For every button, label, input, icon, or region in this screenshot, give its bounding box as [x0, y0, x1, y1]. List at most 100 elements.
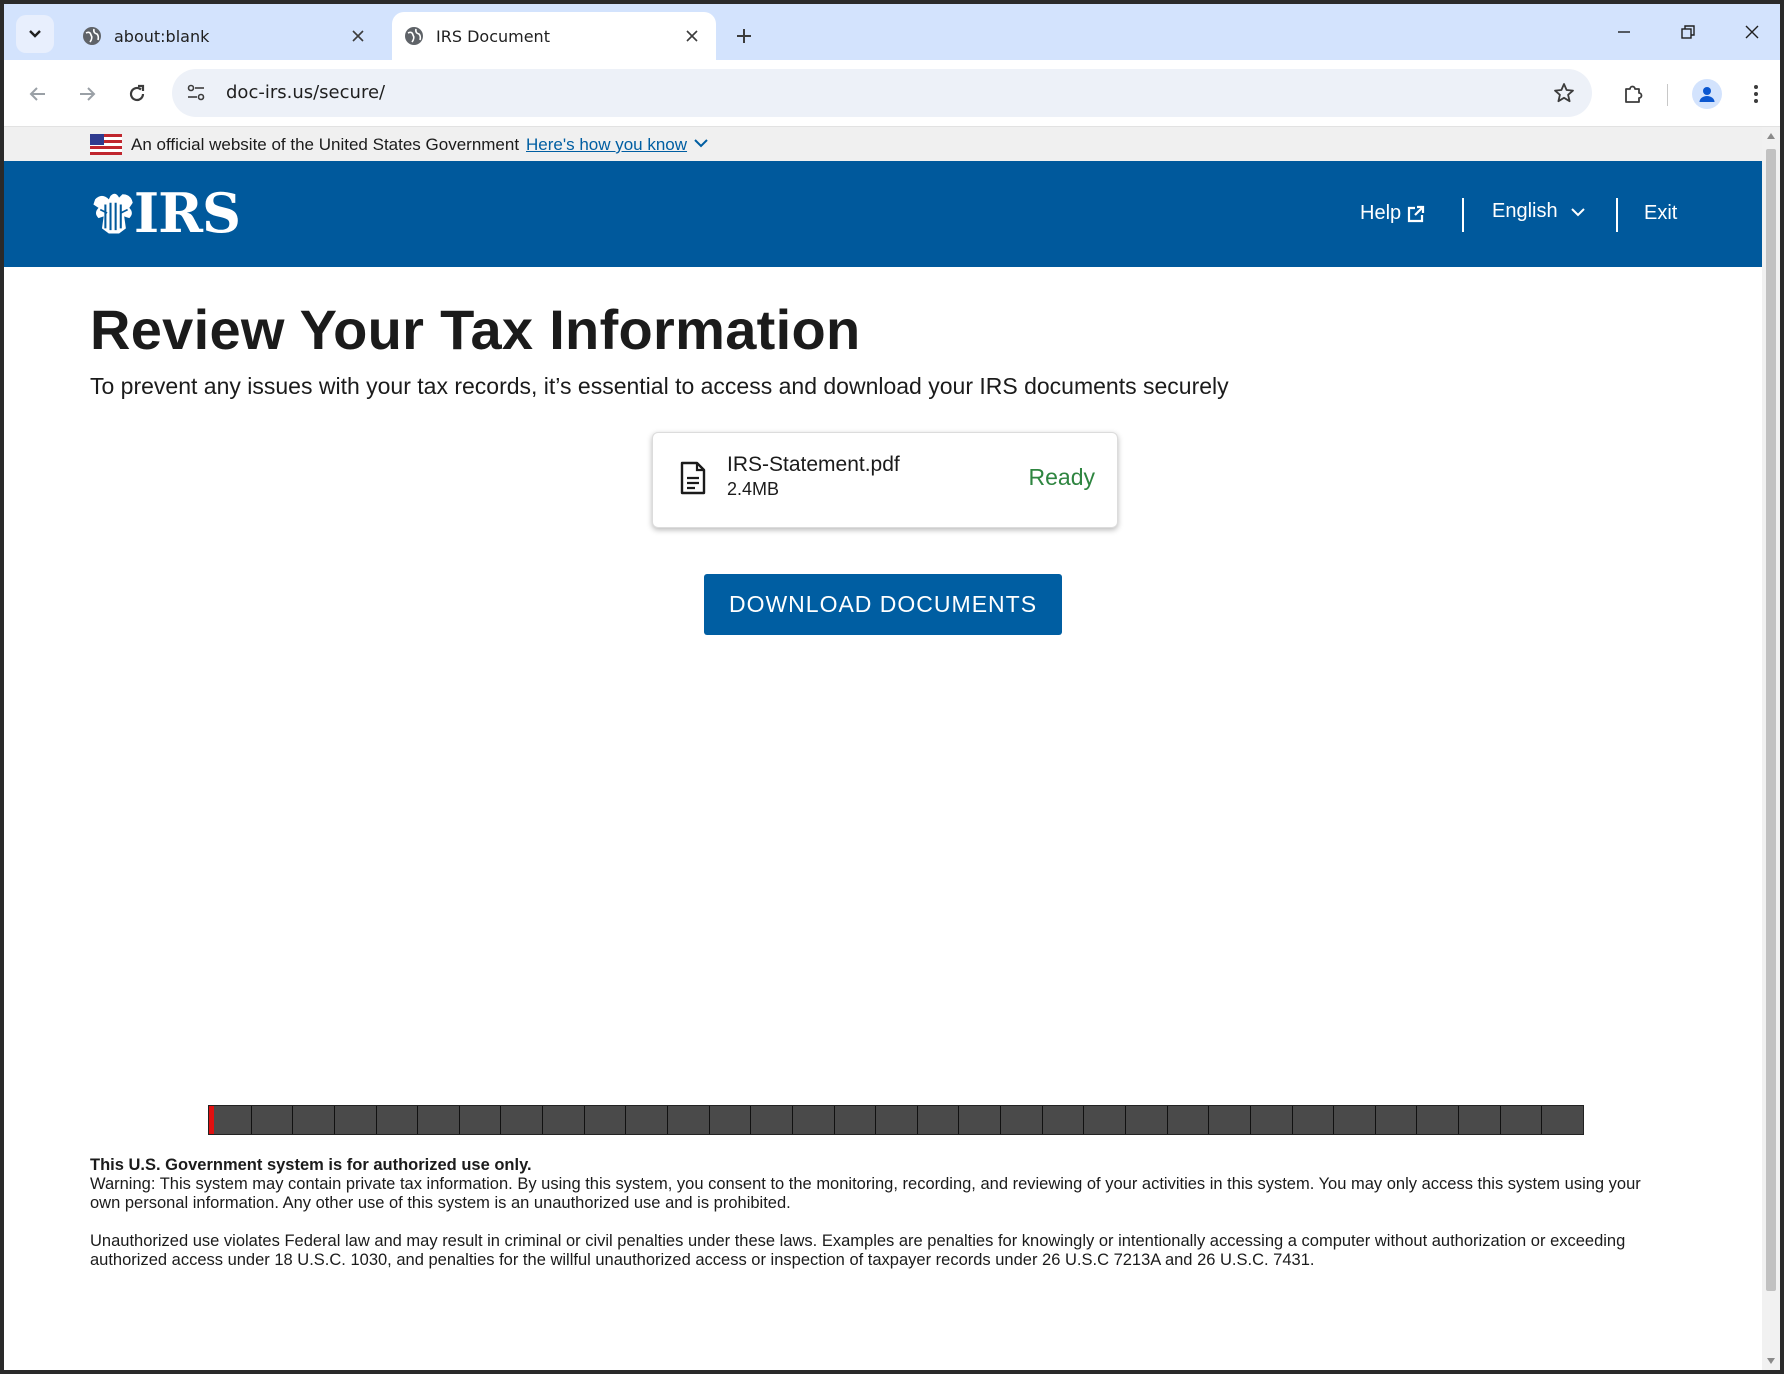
- progress-segment-divider: [1000, 1106, 1001, 1134]
- progress-segment-divider: [1458, 1106, 1459, 1134]
- reload-icon: [129, 84, 145, 102]
- plus-icon: [737, 29, 751, 43]
- tab-title: IRS Document: [436, 26, 550, 46]
- reload-button[interactable]: [119, 76, 155, 112]
- file-status: Ready: [1028, 464, 1095, 490]
- progress-segment-divider: [709, 1106, 710, 1134]
- progress-segment-divider: [958, 1106, 959, 1134]
- irs-header: IRS Help English Exit: [4, 161, 1762, 267]
- file-size: 2.4MB: [727, 479, 780, 499]
- bookmark-button[interactable]: [1552, 81, 1576, 105]
- forward-button[interactable]: [69, 76, 105, 112]
- progress-segment-divider: [1125, 1106, 1126, 1134]
- page-subtitle: To prevent any issues with your tax reco…: [90, 373, 1229, 399]
- chevron-down-icon[interactable]: [694, 138, 708, 148]
- exit-link[interactable]: Exit: [1644, 202, 1677, 225]
- progress-segment-divider: [334, 1106, 335, 1134]
- page-title: Review Your Tax Information: [90, 298, 861, 361]
- progress-segment-divider: [1250, 1106, 1251, 1134]
- disclaimer-warning: Warning: This system may contain private…: [90, 1175, 1641, 1212]
- minimize-button[interactable]: [1604, 16, 1644, 48]
- progress-segment-divider: [1167, 1106, 1168, 1134]
- profile-button[interactable]: [1690, 77, 1724, 111]
- extensions-button[interactable]: [1616, 77, 1650, 111]
- progress-segment-divider: [1208, 1106, 1209, 1134]
- us-flag-icon: [90, 134, 122, 155]
- progress-segment-divider: [1333, 1106, 1334, 1134]
- scroll-down-arrow[interactable]: [1767, 1358, 1775, 1364]
- tab-search-icon: [29, 30, 41, 38]
- header-divider: [1462, 198, 1464, 232]
- download-documents-button[interactable]: DOWNLOAD DOCUMENTS: [704, 574, 1062, 635]
- document-icon: [680, 461, 706, 495]
- progress-segment-divider: [292, 1106, 293, 1134]
- tab-strip: about:blank IRS Document: [4, 4, 1780, 60]
- tab-irs-document[interactable]: IRS Document: [392, 12, 716, 60]
- address-bar[interactable]: doc-irs.us/secure/: [172, 69, 1592, 117]
- restore-button[interactable]: [1668, 16, 1708, 48]
- star-icon: [1554, 83, 1574, 103]
- file-card[interactable]: IRS-Statement.pdf 2.4MB Ready: [652, 432, 1118, 528]
- language-selector[interactable]: English: [1492, 200, 1586, 223]
- scroll-up-arrow[interactable]: [1767, 133, 1775, 139]
- progress-segment-divider: [376, 1106, 377, 1134]
- progress-segment-divider: [750, 1106, 751, 1134]
- page-viewport: An official website of the United States…: [4, 127, 1762, 1370]
- help-label: Help: [1360, 202, 1402, 224]
- how-you-know-link[interactable]: Here's how you know: [526, 135, 687, 155]
- progress-segment-divider: [1083, 1106, 1084, 1134]
- progress-segment-divider: [917, 1106, 918, 1134]
- back-arrow-icon: [29, 87, 45, 101]
- page-scrollbar[interactable]: [1762, 127, 1780, 1370]
- new-tab-button[interactable]: [728, 20, 760, 52]
- progress-segment-divider: [1292, 1106, 1293, 1134]
- extensions-icon: [1625, 85, 1643, 103]
- external-link-icon: [1408, 205, 1425, 222]
- file-name: IRS-Statement.pdf: [727, 453, 900, 476]
- irs-logo[interactable]: IRS: [90, 181, 241, 245]
- url-text[interactable]: doc-irs.us/secure/: [226, 82, 385, 103]
- progress-segment-divider: [584, 1106, 585, 1134]
- browser-toolbar: doc-irs.us/secure/: [4, 60, 1780, 127]
- browser-window: about:blank IRS Document doc-irs.us/secu…: [4, 4, 1780, 1370]
- close-tab-button[interactable]: [346, 24, 370, 48]
- progress-segment-divider: [542, 1106, 543, 1134]
- site-info-button[interactable]: [184, 81, 208, 105]
- chevron-down-icon: [1570, 207, 1585, 216]
- globe-icon: [83, 27, 101, 45]
- progress-segment-divider: [834, 1106, 835, 1134]
- back-button[interactable]: [20, 76, 56, 112]
- minimize-icon: [1618, 31, 1630, 33]
- tab-search-button[interactable]: [16, 15, 54, 53]
- irs-wordmark: IRS: [133, 181, 241, 245]
- language-label: English: [1492, 200, 1558, 222]
- close-icon: [686, 30, 698, 42]
- progress-segment-divider: [251, 1106, 252, 1134]
- disclaimer: This U.S. Government system is for autho…: [90, 1156, 1670, 1270]
- progress-segment-divider: [792, 1106, 793, 1134]
- progress-segment-divider: [500, 1106, 501, 1134]
- scrollbar-thumb[interactable]: [1766, 149, 1776, 1291]
- close-icon: [1745, 25, 1759, 39]
- progress-segment-divider: [1375, 1106, 1376, 1134]
- gov-banner: An official website of the United States…: [4, 127, 1762, 161]
- exit-label: Exit: [1644, 202, 1678, 224]
- close-window-button[interactable]: [1732, 16, 1772, 48]
- profile-icon: [1699, 87, 1715, 102]
- close-tab-button[interactable]: [680, 24, 704, 48]
- progress-segment-divider: [1541, 1106, 1542, 1134]
- tab-about-blank[interactable]: about:blank: [70, 12, 382, 60]
- progress-segment-divider: [625, 1106, 626, 1134]
- progress-fill: [209, 1106, 214, 1134]
- help-link[interactable]: Help: [1360, 202, 1426, 225]
- disclaimer-legal: Unauthorized use violates Federal law an…: [90, 1232, 1626, 1269]
- kebab-menu-icon: [1754, 85, 1758, 103]
- globe-icon: [405, 27, 423, 45]
- avatar: [1692, 79, 1722, 109]
- restore-icon: [1681, 25, 1695, 39]
- progress-segment-divider: [459, 1106, 460, 1134]
- official-site-text: An official website of the United States…: [131, 135, 520, 154]
- close-icon: [352, 30, 364, 42]
- disclaimer-title: This U.S. Government system is for autho…: [90, 1156, 532, 1174]
- browser-menu-button[interactable]: [1739, 77, 1773, 111]
